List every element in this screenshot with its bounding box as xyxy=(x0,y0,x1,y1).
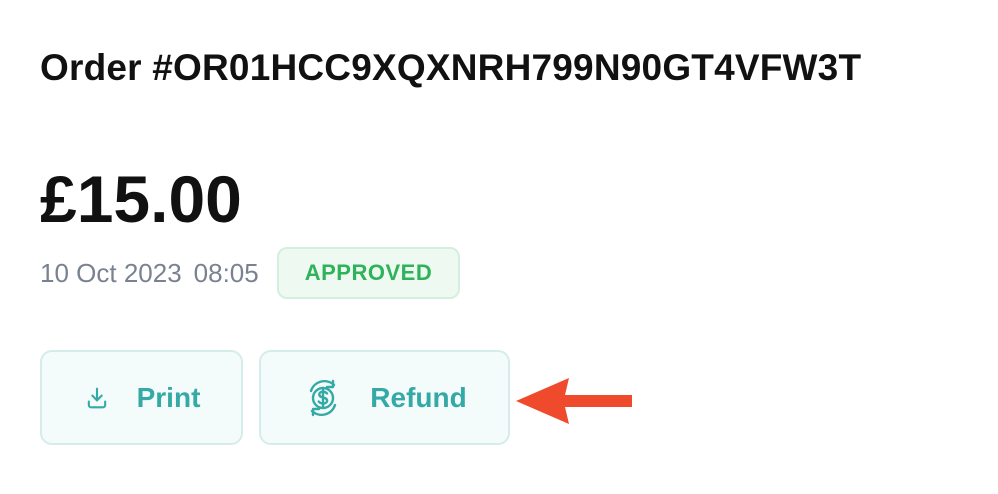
order-meta-row: 10 Oct 2023 08:05 APPROVED xyxy=(40,246,461,300)
refund-button-label: Refund xyxy=(370,381,467,413)
arrow-left-icon xyxy=(516,378,632,424)
order-title: Order #OR01HCC9XQXNRH799N90GT4VFW3T xyxy=(40,47,862,88)
refund-dollar-icon xyxy=(302,377,344,419)
order-datetime: 10 Oct 2023 08:05 xyxy=(40,258,259,289)
order-amount: £15.00 xyxy=(40,162,242,236)
download-icon xyxy=(83,384,111,412)
order-time: 08:05 xyxy=(193,257,259,288)
status-badge: APPROVED xyxy=(276,247,461,299)
order-date: 10 Oct 2023 xyxy=(40,257,182,288)
refund-button[interactable]: Refund xyxy=(259,350,510,445)
print-button[interactable]: Print xyxy=(40,350,243,445)
print-button-label: Print xyxy=(136,381,201,413)
